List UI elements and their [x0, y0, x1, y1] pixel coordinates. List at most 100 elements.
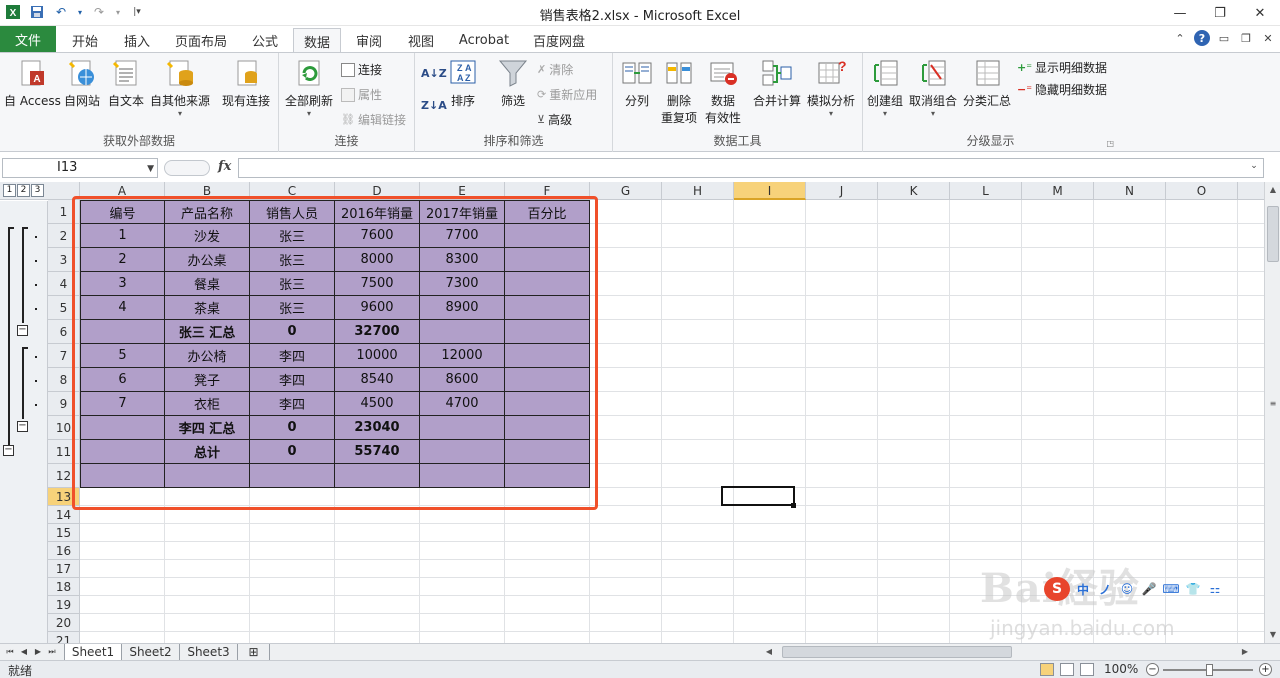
- text-to-columns-button[interactable]: 分列: [621, 57, 653, 109]
- row-header-15[interactable]: 15: [48, 524, 80, 542]
- tab-view[interactable]: 视图: [398, 28, 444, 52]
- row-header-19[interactable]: 19: [48, 596, 80, 614]
- horizontal-scroll-thumb[interactable]: [782, 646, 1012, 658]
- normal-view-icon[interactable]: [1040, 663, 1054, 676]
- customize-qat-icon[interactable]: |▾: [128, 3, 146, 21]
- column-header-m[interactable]: M: [1022, 182, 1094, 200]
- tab-acrobat[interactable]: Acrobat: [452, 28, 516, 52]
- outline-dialog-launcher-icon[interactable]: ◳: [1106, 139, 1114, 148]
- ime-chinese-mode-icon[interactable]: 中: [1074, 580, 1092, 598]
- tab-file[interactable]: 文件: [0, 26, 56, 52]
- sogou-ime-logo-icon[interactable]: S: [1044, 577, 1070, 601]
- tab-review[interactable]: 审阅: [346, 28, 392, 52]
- column-header-i[interactable]: I: [734, 182, 806, 200]
- outline-level-2-button[interactable]: 2: [17, 184, 30, 197]
- last-sheet-icon[interactable]: ⏭: [46, 645, 58, 659]
- minimize-button[interactable]: —: [1160, 0, 1200, 26]
- properties-button[interactable]: 属性: [341, 86, 382, 103]
- column-header-l[interactable]: L: [950, 182, 1022, 200]
- column-header-p[interactable]: P: [1238, 182, 1264, 200]
- ime-voice-icon[interactable]: 🎤: [1140, 580, 1158, 598]
- excel-logo-icon[interactable]: X: [4, 3, 22, 21]
- ime-skin-icon[interactable]: 👕: [1184, 580, 1202, 598]
- row-header-20[interactable]: 20: [48, 614, 80, 632]
- row-header-16[interactable]: 16: [48, 542, 80, 560]
- refresh-all-button[interactable]: 全部刷新 ▾: [285, 57, 333, 118]
- tab-home[interactable]: 开始: [62, 28, 108, 52]
- from-text-button[interactable]: 自文本: [108, 57, 144, 109]
- edit-links-button[interactable]: ⛓ 编辑链接: [341, 111, 406, 128]
- consolidate-button[interactable]: 合并计算: [753, 57, 801, 109]
- fill-handle[interactable]: [791, 503, 796, 508]
- column-header-h[interactable]: H: [662, 182, 734, 200]
- outline-level-3-button[interactable]: 3: [31, 184, 44, 197]
- vertical-scrollbar[interactable]: ▲ ≡ ▼: [1264, 182, 1280, 643]
- tab-formulas[interactable]: 公式: [242, 28, 288, 52]
- ribbon-minimize-icon[interactable]: ⌃: [1172, 30, 1188, 46]
- zoom-level[interactable]: 100%: [1104, 662, 1138, 676]
- ime-keyboard-icon[interactable]: ⌨: [1162, 580, 1180, 598]
- ungroup-button[interactable]: 取消组合 ▾: [909, 57, 957, 118]
- tab-data[interactable]: 数据: [293, 28, 341, 53]
- page-break-view-icon[interactable]: [1080, 663, 1094, 676]
- workbook-minimize-icon[interactable]: ▭: [1216, 30, 1232, 46]
- vertical-scroll-thumb[interactable]: [1267, 206, 1279, 262]
- redo-icon[interactable]: ↷: [90, 3, 108, 21]
- what-if-analysis-button[interactable]: ? 模拟分析 ▾: [807, 57, 855, 118]
- prev-sheet-icon[interactable]: ◀: [18, 645, 30, 659]
- save-icon[interactable]: [28, 3, 46, 21]
- tab-page-layout[interactable]: 页面布局: [166, 28, 236, 52]
- selected-cell-i13[interactable]: [721, 486, 795, 506]
- from-other-sources-button[interactable]: 自其他来源 ▾: [150, 57, 210, 118]
- from-access-button[interactable]: A 自 Access: [4, 57, 61, 109]
- clear-filter-button[interactable]: ✗ 清除: [537, 61, 573, 78]
- show-detail-button[interactable]: +⁼ 显示明细数据: [1017, 59, 1107, 76]
- row-header-18[interactable]: 18: [48, 578, 80, 596]
- scroll-up-icon[interactable]: ▲: [1266, 182, 1280, 198]
- zoom-in-icon[interactable]: +: [1259, 663, 1272, 676]
- expand-formula-bar-icon[interactable]: ⌄: [1247, 161, 1261, 179]
- row-header-21[interactable]: 21: [48, 632, 80, 643]
- collapse-zhangsan-button[interactable]: −: [17, 325, 28, 336]
- next-sheet-icon[interactable]: ▶: [32, 645, 44, 659]
- outline-level-1-button[interactable]: 1: [3, 184, 16, 197]
- sheet-tab-sheet2[interactable]: Sheet2: [122, 644, 180, 660]
- undo-icon[interactable]: ↶: [52, 3, 70, 21]
- from-web-button[interactable]: 自网站: [64, 57, 100, 109]
- workbook-close-icon[interactable]: ✕: [1260, 30, 1276, 46]
- collapse-total-button[interactable]: −: [3, 445, 14, 456]
- column-header-n[interactable]: N: [1094, 182, 1166, 200]
- name-box-dropdown-icon[interactable]: ▼: [147, 160, 154, 178]
- sort-descending-button[interactable]: Z↓A: [421, 99, 447, 112]
- hide-detail-button[interactable]: −⁼ 隐藏明细数据: [1017, 81, 1107, 98]
- help-icon[interactable]: ?: [1194, 30, 1210, 46]
- subtotal-button[interactable]: 分类汇总: [963, 57, 1011, 109]
- scroll-left-icon[interactable]: ◀: [762, 645, 776, 659]
- filter-button[interactable]: 筛选: [497, 57, 529, 109]
- sheet-tab-sheet1[interactable]: Sheet1: [64, 644, 122, 660]
- first-sheet-icon[interactable]: ⏮: [4, 645, 16, 659]
- insert-sheet-icon[interactable]: ⊞: [238, 644, 270, 660]
- reapply-button[interactable]: ⟳ 重新应用: [537, 86, 597, 103]
- zoom-out-icon[interactable]: −: [1146, 663, 1159, 676]
- close-button[interactable]: ✕: [1240, 0, 1280, 26]
- formula-input[interactable]: ⌄: [238, 158, 1264, 178]
- column-header-k[interactable]: K: [878, 182, 950, 200]
- ime-toolbox-icon[interactable]: ⚏: [1206, 580, 1224, 598]
- connections-button[interactable]: 连接: [341, 61, 382, 78]
- remove-duplicates-button[interactable]: 删除 重复项: [661, 57, 697, 126]
- horizontal-scrollbar[interactable]: ◀ ▶: [762, 645, 1252, 659]
- name-box[interactable]: I13 ▼: [2, 158, 158, 178]
- row-header-17[interactable]: 17: [48, 560, 80, 578]
- tab-insert[interactable]: 插入: [114, 28, 160, 52]
- worksheet-grid[interactable]: ABCDEFGHIJKLMNOP 12345678910111213141516…: [48, 182, 1264, 643]
- insert-function-icon[interactable]: fx: [218, 159, 231, 174]
- workbook-restore-icon[interactable]: ❐: [1238, 30, 1254, 46]
- collapse-lisi-button[interactable]: −: [17, 421, 28, 432]
- sort-button[interactable]: ZAAZ 排序: [447, 57, 479, 109]
- advanced-filter-button[interactable]: ⊻ 高级: [537, 111, 572, 128]
- column-header-j[interactable]: J: [806, 182, 878, 200]
- scroll-down-icon[interactable]: ▼: [1266, 627, 1280, 643]
- redo-dropdown-icon[interactable]: ▾: [114, 3, 122, 21]
- ime-punctuation-icon[interactable]: ノ: [1096, 580, 1114, 598]
